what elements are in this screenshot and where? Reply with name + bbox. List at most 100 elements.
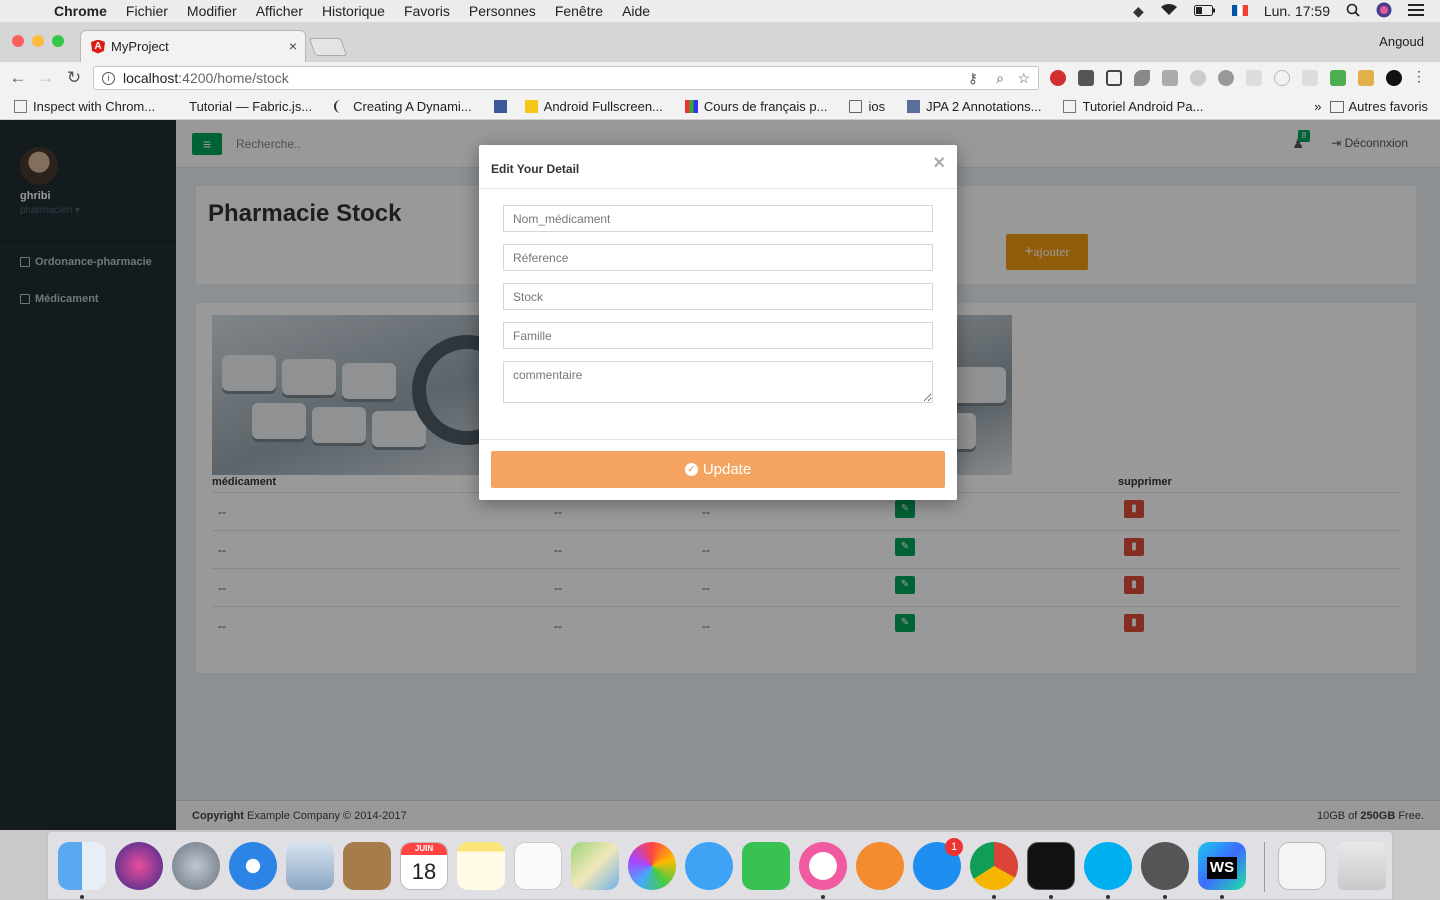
clock[interactable]: Lun. 17:59 — [1264, 3, 1330, 19]
famille-input[interactable] — [503, 322, 933, 349]
menu-fenetre[interactable]: Fenêtre — [555, 3, 603, 19]
update-button[interactable]: ✓ Update — [491, 451, 945, 488]
running-indicator — [821, 895, 825, 899]
cors-extension-icon[interactable] — [1330, 70, 1346, 86]
augury-extension-icon[interactable] — [1218, 70, 1234, 86]
nom-medicament-input[interactable] — [503, 205, 933, 232]
address-bar[interactable]: i localhost:4200/home/stock ⚷ ⌕ ☆ — [93, 66, 1039, 90]
menu-modifier[interactable]: Modifier — [187, 3, 237, 19]
webstorm-icon[interactable]: WS — [1198, 842, 1246, 890]
trash-icon[interactable] — [1338, 842, 1386, 890]
messages-icon[interactable] — [685, 842, 733, 890]
safari-icon[interactable] — [229, 842, 277, 890]
reminders-icon[interactable] — [514, 842, 562, 890]
eagle-icon[interactable] — [286, 842, 334, 890]
angular-extension-icon[interactable] — [1190, 70, 1206, 86]
calendar-icon[interactable]: JUIN 18 — [400, 842, 448, 890]
facetime-icon[interactable] — [742, 842, 790, 890]
notes-icon[interactable] — [457, 842, 505, 890]
android-icon — [524, 100, 538, 113]
bookmark-item[interactable]: JPA 2 Annotations... — [907, 99, 1041, 114]
tab-title: MyProject — [111, 39, 169, 54]
tableplus-icon[interactable] — [1141, 842, 1189, 890]
tab-myproject[interactable]: A MyProject × — [80, 30, 306, 62]
zoom-icon[interactable]: ⌕ — [996, 70, 1004, 87]
commentaire-textarea[interactable] — [503, 361, 933, 403]
bookmark-label: Inspect with Chrom... — [33, 99, 156, 114]
folder-icon — [1329, 100, 1344, 113]
launchpad-icon[interactable] — [172, 842, 220, 890]
hammer-extension-icon[interactable] — [1358, 70, 1374, 86]
bookmark-item[interactable]: Inspect with Chrom... — [14, 99, 155, 114]
cube-extension-icon[interactable] — [1106, 70, 1122, 86]
bookmark-label: ios — [868, 99, 886, 114]
tab-close-icon[interactable]: × — [289, 38, 297, 54]
itunes-icon[interactable] — [799, 842, 847, 890]
bookmark-item[interactable]: Cours de français p... — [684, 99, 827, 114]
back-icon[interactable]: ← — [4, 68, 32, 88]
ibooks-icon[interactable] — [856, 842, 904, 890]
bookmarks-overflow-icon[interactable]: » — [1314, 99, 1321, 114]
menu-afficher[interactable]: Afficher — [256, 3, 303, 19]
siri-icon[interactable] — [115, 842, 163, 890]
maps-icon[interactable] — [571, 842, 619, 890]
wifi-icon[interactable] — [1160, 3, 1178, 19]
grid-extension-icon[interactable] — [1246, 70, 1262, 86]
key-icon[interactable]: ⚷ — [968, 70, 978, 87]
info-icon[interactable]: i — [102, 71, 115, 85]
bookmark-label: Creating A Dynami... — [353, 99, 472, 114]
menu-favoris[interactable]: Favoris — [404, 3, 450, 19]
bookmark-item[interactable]: Tutoriel Android Pa... — [1063, 99, 1203, 114]
close-icon[interactable]: × — [933, 152, 945, 175]
bookmark-folder[interactable]: ios — [849, 99, 885, 114]
siri-icon[interactable] — [1376, 2, 1392, 21]
menu-personnes[interactable]: Personnes — [469, 3, 536, 19]
maximize-window-button[interactable] — [52, 35, 64, 47]
photos-icon[interactable] — [628, 842, 676, 890]
flag-fr-icon[interactable] — [1231, 3, 1248, 19]
chrome-icon[interactable] — [970, 842, 1018, 890]
adblock-icon[interactable] — [1050, 70, 1066, 86]
notification-center-icon[interactable] — [1408, 3, 1424, 19]
dock-separator — [1264, 842, 1265, 892]
menu-historique[interactable]: Historique — [322, 3, 385, 19]
finder-icon[interactable] — [58, 842, 106, 890]
camera-extension-icon[interactable] — [1162, 70, 1178, 86]
bookmark-label: Tutoriel Android Pa... — [1082, 99, 1204, 114]
spotlight-icon[interactable] — [1346, 3, 1360, 20]
other-bookmarks[interactable]: Autres favoris — [1349, 99, 1428, 114]
new-tab-button[interactable] — [308, 38, 348, 56]
rocket-extension-icon[interactable] — [1134, 70, 1150, 86]
r-extension-icon[interactable] — [1386, 70, 1402, 86]
bookmark-item[interactable] — [493, 100, 513, 113]
reload-icon[interactable]: ↻ — [60, 68, 88, 88]
reference-input[interactable] — [503, 244, 933, 271]
profile-button[interactable]: Angoud — [1379, 34, 1424, 49]
webstorm-label: WS — [1207, 857, 1237, 879]
circle-extension-icon[interactable] — [1274, 70, 1290, 86]
downloads-stack-icon[interactable] — [1278, 842, 1326, 890]
menu-dots-icon[interactable]: ⋮ — [1412, 68, 1426, 84]
close-window-button[interactable] — [12, 35, 24, 47]
running-indicator — [1049, 895, 1053, 899]
menu-aide[interactable]: Aide — [622, 3, 650, 19]
terminal-icon[interactable] — [1027, 842, 1075, 890]
bookmark-item[interactable]: Tutorial — Fabric.js... — [177, 99, 312, 114]
forward-icon[interactable]: → — [32, 68, 60, 88]
download-extension-icon[interactable] — [1078, 70, 1094, 86]
check-circle-icon: ✓ — [684, 463, 698, 476]
battery-icon[interactable] — [1193, 3, 1216, 19]
chat-extension-icon[interactable] — [1302, 70, 1318, 86]
bookmark-star-icon[interactable]: ☆ — [1017, 70, 1030, 87]
menu-fichier[interactable]: Fichier — [126, 3, 168, 19]
minimize-window-button[interactable] — [32, 35, 44, 47]
bookmark-item[interactable]: Android Fullscreen... — [524, 99, 663, 114]
running-indicator — [1220, 895, 1224, 899]
skype-icon[interactable] — [1084, 842, 1132, 890]
bookmark-item[interactable]: Creating A Dynami... — [334, 99, 472, 114]
fabric-icon — [177, 100, 183, 113]
menu-chrome[interactable]: Chrome — [54, 3, 107, 19]
stock-input[interactable] — [503, 283, 933, 310]
contacts-icon[interactable] — [343, 842, 391, 890]
dropbox-icon[interactable]: ◆ — [1133, 3, 1144, 20]
